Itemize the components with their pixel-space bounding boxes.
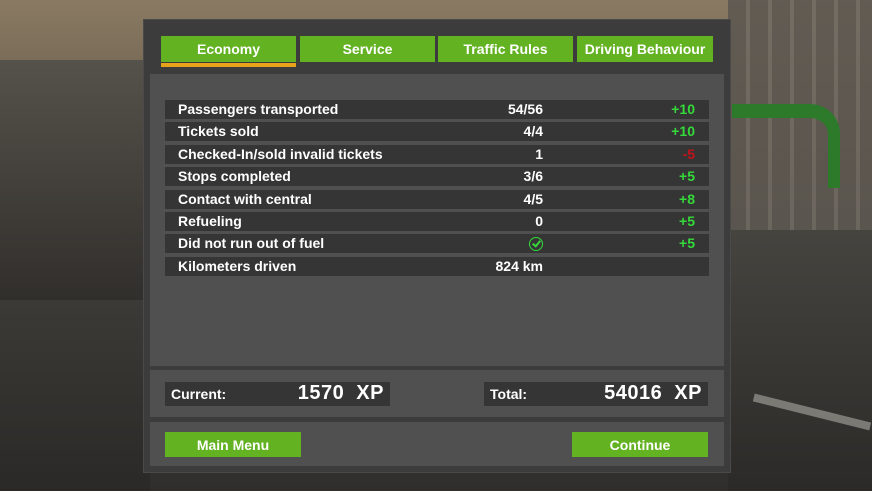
stat-value: 0	[535, 213, 543, 229]
stat-label: Kilometers driven	[178, 258, 297, 274]
left-building	[0, 60, 150, 320]
stat-row: Refueling 0 +5	[165, 212, 709, 231]
stat-label: Tickets sold	[178, 123, 259, 139]
stats-table: Passengers transported 54/56 +10 Tickets…	[150, 74, 724, 366]
bus-handrail	[732, 104, 840, 188]
stat-row: Did not run out of fuel +5	[165, 234, 709, 253]
continue-button[interactable]: Continue	[572, 432, 708, 457]
stat-value: 4/5	[523, 191, 543, 207]
main-menu-button[interactable]: Main Menu	[165, 432, 301, 457]
stat-value: 54/56	[507, 101, 543, 117]
stat-label: Did not run out of fuel	[178, 235, 325, 251]
xp-bar: Current: 1570 XP Total: 54016 XP	[150, 370, 724, 417]
stat-row: Checked-In/sold invalid tickets 1 -5	[165, 145, 709, 164]
current-xp-value: 1570 XP	[297, 382, 384, 404]
stat-value: 1	[535, 146, 543, 162]
stat-row: Stops completed 3/6 +5	[165, 167, 709, 186]
stat-points: +5	[679, 213, 695, 229]
stat-row: Kilometers driven 824 km	[165, 257, 709, 276]
right-road	[728, 230, 872, 491]
stat-points: -5	[682, 146, 695, 162]
stat-points: +10	[671, 101, 695, 117]
active-tab-indicator	[161, 63, 296, 67]
tab-bar: Economy Service Traffic Rules Driving Be…	[161, 36, 713, 70]
stat-value: 3/6	[523, 168, 543, 184]
stat-row: Contact with central 4/5 +8	[165, 190, 709, 209]
stat-points: +10	[671, 123, 695, 139]
stat-label: Contact with central	[178, 191, 312, 207]
checkmark-circle-icon	[529, 237, 543, 251]
current-xp-box: Current: 1570 XP	[165, 382, 390, 406]
stat-value	[425, 235, 543, 252]
stat-label: Passengers transported	[178, 101, 339, 117]
left-ground	[0, 300, 150, 491]
stat-label: Refueling	[178, 213, 242, 229]
stat-row: Tickets sold 4/4 +10	[165, 122, 709, 141]
stat-points: +8	[679, 191, 695, 207]
stat-value: 824 km	[495, 258, 543, 274]
tab-driving-behaviour[interactable]: Driving Behaviour	[577, 36, 713, 62]
current-xp-label: Current:	[171, 386, 227, 402]
tab-economy[interactable]: Economy	[161, 36, 296, 62]
stat-label: Stops completed	[178, 168, 291, 184]
tab-traffic-rules[interactable]: Traffic Rules	[438, 36, 573, 62]
total-xp-label: Total:	[490, 386, 528, 402]
stat-points: +5	[679, 168, 695, 184]
tab-service[interactable]: Service	[300, 36, 435, 62]
stat-row: Passengers transported 54/56 +10	[165, 100, 709, 119]
stat-value: 4/4	[523, 123, 543, 139]
total-xp-box: Total: 54016 XP	[484, 382, 708, 406]
stat-points: +5	[679, 235, 695, 251]
total-xp-value: 54016 XP	[604, 382, 702, 404]
footer-bar: Main Menu Continue	[150, 422, 724, 466]
results-panel: Economy Service Traffic Rules Driving Be…	[143, 19, 731, 473]
stat-label: Checked-In/sold invalid tickets	[178, 146, 383, 162]
